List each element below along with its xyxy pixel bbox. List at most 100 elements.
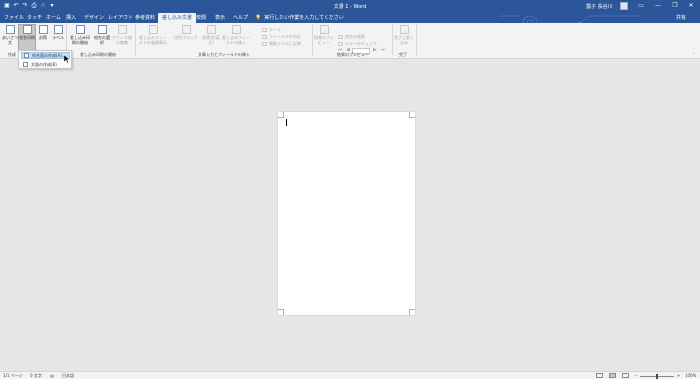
recipients-icon [97, 25, 107, 34]
crop-mark [278, 309, 284, 315]
edit-recipient-list-button[interactable]: アドレス帳の編集 [112, 25, 132, 45]
greeting-letter-label: あいさつ文 [2, 35, 18, 45]
print-preview-icon[interactable]: ⎙ [31, 3, 37, 9]
tab-references[interactable]: 参考資料 [135, 14, 155, 21]
start-mail-merge-button[interactable]: 差し込み印刷の開始 [69, 25, 91, 45]
crop-mark [409, 309, 415, 315]
tab-layout[interactable]: レイアウト [108, 14, 133, 21]
customize-icon[interactable]: ▾ [49, 3, 55, 9]
zoom-in-button[interactable]: + [677, 373, 680, 378]
update-labels-command[interactable]: 複数ラベルに反映 [262, 41, 301, 47]
finish-merge-icon [399, 25, 409, 34]
start-mail-merge-label: 差し込み印刷の開始 [70, 35, 90, 45]
rules-label: ルール [269, 27, 281, 32]
highlight-fields-button[interactable]: 差し込みフィールドの強調表示 [138, 25, 168, 45]
restore-icon[interactable]: ❐ [670, 2, 680, 10]
match-fields-label: フィールドの対応 [269, 34, 301, 39]
rules-icon [262, 28, 267, 32]
preview-icon [319, 25, 329, 34]
find-recipient-command[interactable]: 宛先の検索 [338, 34, 365, 40]
tab-file[interactable]: ファイル [4, 14, 24, 21]
select-recipients-button[interactable]: 宛先の選択 [93, 25, 111, 45]
last-record-icon[interactable]: ⏭ [381, 47, 386, 53]
page-count[interactable]: 1/1 ページ [3, 373, 23, 379]
preview-results-button[interactable]: 結果のプレビュー [314, 25, 334, 45]
find-recipient-label: 宛先の検索 [345, 34, 365, 39]
greeting-letter-button[interactable]: あいさつ文 [2, 25, 18, 45]
find-recipient-icon [338, 35, 343, 39]
labels-button[interactable]: ラベル [50, 25, 66, 40]
read-mode-button[interactable] [596, 373, 603, 378]
edit-recipient-list-label: アドレス帳の編集 [112, 35, 132, 45]
tell-me-box[interactable]: 💡 実行したい作業を入力してください [255, 14, 344, 22]
save-icon[interactable]: ▣ [4, 3, 10, 9]
tab-insert[interactable]: 挿入 [66, 14, 76, 21]
envelope-button[interactable]: 封筒 [35, 25, 51, 40]
zoom-out-button[interactable]: − [634, 373, 637, 378]
tab-review[interactable]: 校閲 [196, 14, 206, 21]
close-icon[interactable]: ✕ [686, 2, 696, 10]
share-button[interactable]: 共有 [676, 14, 686, 21]
address-block-label: 住所ブロック [174, 35, 198, 40]
zoom-slider-thumb[interactable] [656, 374, 658, 379]
address-block-button[interactable]: 住所ブロック [172, 25, 200, 40]
word-count[interactable]: 0 文字 [30, 373, 42, 379]
check-errors-command[interactable]: エラーのチェック [338, 41, 377, 47]
tab-help[interactable]: ヘルプ [233, 14, 248, 21]
text-cursor [286, 119, 287, 126]
select-recipients-label: 宛先の選択 [94, 35, 110, 45]
rules-command[interactable]: ルール [262, 27, 281, 33]
title-bar: ▣ ↶ ↷ ⎙ ☝ ▾ 文書 1 - Word 露子 長谷川 ▭ — ❐ ✕ [0, 0, 700, 12]
finish-merge-button[interactable]: 完了と差し込み [394, 25, 414, 45]
zoom-level[interactable]: 100% [685, 373, 696, 378]
highlight-fields-label: 差し込みフィールドの強調表示 [139, 35, 167, 45]
window-title: 文書 1 - Word [333, 4, 367, 10]
collapse-ribbon-icon[interactable]: ^ [692, 52, 695, 57]
body-side-icon [23, 62, 28, 67]
menu-item-body-side-label: 文面の作成(B) [31, 61, 57, 67]
match-fields-command[interactable]: フィールドの対応 [262, 34, 301, 40]
group-label-create: 作成 [8, 52, 16, 57]
envelope-letter-icon [5, 25, 15, 34]
greeting-line-icon [206, 25, 216, 34]
update-labels-icon [262, 42, 267, 46]
language-indicator[interactable]: 日本語 [62, 373, 74, 379]
touch-mode-icon[interactable]: ☝ [40, 3, 46, 9]
print-layout-button[interactable] [609, 373, 616, 378]
undo-icon[interactable]: ↶ [13, 3, 19, 9]
group-separator [135, 25, 136, 55]
greeting-line-button[interactable]: 挨拶文(英文) [202, 25, 220, 45]
tab-home[interactable]: ホーム [46, 14, 61, 21]
check-errors-label: エラーのチェック [345, 41, 377, 46]
labels-icon [53, 25, 63, 34]
tab-design[interactable]: デザイン [84, 14, 104, 21]
highlight-fields-icon [148, 25, 158, 34]
user-name[interactable]: 露子 長谷川 [586, 3, 613, 10]
match-fields-icon [262, 35, 267, 39]
envelope-label: 封筒 [39, 35, 47, 40]
ribbon-options-icon[interactable]: ▭ [636, 2, 646, 10]
address-side-icon [24, 53, 29, 58]
minimize-icon[interactable]: — [653, 2, 663, 10]
redo-icon[interactable]: ↷ [22, 3, 28, 9]
lightbulb-icon: 💡 [255, 14, 262, 21]
tab-view[interactable]: 表示 [215, 14, 225, 21]
insert-merge-field-button[interactable]: 差し込みフィールドの挿入 [221, 25, 251, 45]
tab-mailings[interactable]: 差し込み文書 [158, 13, 197, 23]
group-separator [312, 25, 313, 55]
menu-item-body-side[interactable]: 文面の作成(B) [21, 61, 70, 68]
crop-mark [409, 112, 415, 118]
check-errors-icon [338, 42, 343, 46]
tab-touch[interactable]: タッチ [27, 14, 42, 21]
update-labels-label: 複数ラベルに反映 [269, 41, 301, 46]
next-record-icon[interactable]: ▶ [373, 47, 377, 53]
avatar[interactable] [620, 2, 628, 10]
label-print-button[interactable]: 宛名印刷 [18, 24, 36, 52]
web-layout-button[interactable] [622, 373, 629, 378]
document-page[interactable] [278, 112, 415, 315]
proofing-icon[interactable]: ▤ [50, 373, 54, 378]
status-bar: 1/1 ページ 0 文字 ▤ 日本語 − + 100% [0, 371, 700, 379]
menu-item-address-side[interactable]: 宛名面の作成(A)... [21, 52, 70, 59]
address-block-icon [181, 25, 191, 34]
insert-field-icon [231, 25, 241, 34]
